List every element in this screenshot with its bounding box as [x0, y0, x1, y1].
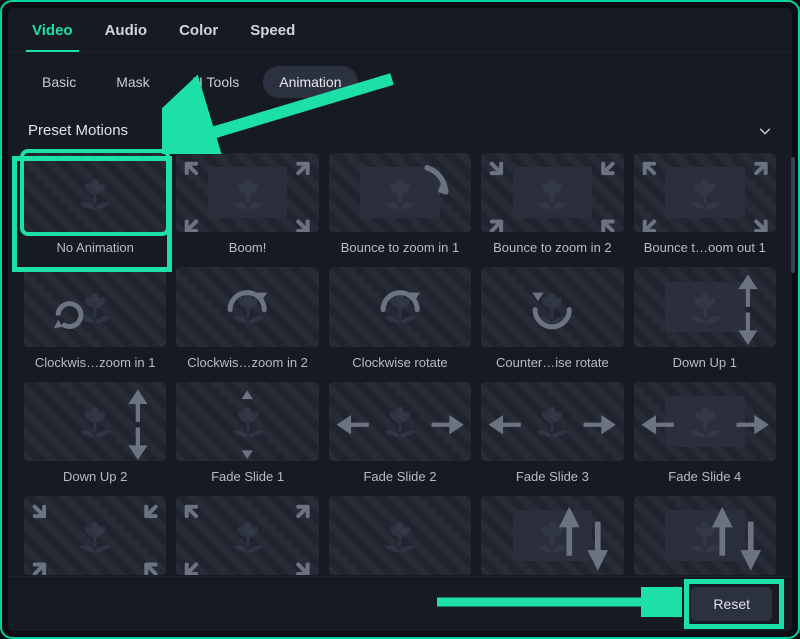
preset-item[interactable]: Boom!: [176, 153, 318, 261]
preset-thumbnail[interactable]: [176, 267, 318, 346]
preset-thumbnail[interactable]: [24, 496, 166, 575]
preset-item[interactable]: No Animation: [24, 153, 166, 261]
preset-label: Clockwis…zoom in 2: [187, 355, 308, 370]
preset-item[interactable]: Fade Slide 2: [329, 382, 471, 490]
preset-thumbnail[interactable]: [176, 496, 318, 575]
preset-thumbnail[interactable]: [634, 496, 776, 575]
preset-label: Counter…ise rotate: [496, 355, 609, 370]
preset-thumbnail[interactable]: [176, 153, 318, 232]
section-header[interactable]: Preset Motions: [8, 112, 792, 149]
preset-thumbnail[interactable]: [481, 267, 623, 346]
preset-item[interactable]: Fade Zoom Out: [176, 496, 318, 576]
preset-item[interactable]: Fade Slide 1: [176, 382, 318, 490]
preset-label: Clockwis…zoom in 1: [35, 355, 156, 370]
preset-thumbnail[interactable]: [329, 267, 471, 346]
subtab-animation[interactable]: Animation: [263, 66, 357, 98]
preset-item[interactable]: Flip Down2: [634, 496, 776, 576]
preset-label: Boom!: [229, 240, 267, 255]
preset-label: Fade Slide 4: [668, 469, 741, 484]
preset-thumbnail[interactable]: [329, 153, 471, 232]
preset-item[interactable]: Fade Zoom In: [24, 496, 166, 576]
tab-audio[interactable]: Audio: [99, 8, 154, 51]
preset-label: Clockwise rotate: [352, 355, 447, 370]
preset-thumbnail[interactable]: [176, 382, 318, 461]
preset-thumbnail[interactable]: [24, 267, 166, 346]
footer: Reset: [8, 576, 792, 631]
preset-grid: No Animation Boom! Bounce to zoom in 1: [24, 153, 776, 576]
preset-thumbnail[interactable]: [634, 153, 776, 232]
preset-item[interactable]: Bounce t…oom out 1: [634, 153, 776, 261]
preset-thumbnail[interactable]: [24, 382, 166, 461]
preset-label: Bounce to zoom in 2: [493, 240, 612, 255]
preset-thumbnail[interactable]: [481, 382, 623, 461]
scrollbar-thumb[interactable]: [791, 157, 795, 273]
tab-video[interactable]: Video: [26, 8, 79, 51]
flower-icon: [72, 173, 118, 213]
subtab-ai-tools[interactable]: AI Tools: [174, 66, 256, 98]
subtab-basic[interactable]: Basic: [26, 66, 92, 98]
preset-label: No Animation: [57, 240, 134, 255]
preset-item[interactable]: Flip Down1: [481, 496, 623, 576]
preset-thumbnail[interactable]: [634, 267, 776, 346]
preset-item[interactable]: Clockwis…zoom in 2: [176, 267, 318, 375]
preset-label: Down Up 2: [63, 469, 127, 484]
preset-item[interactable]: Counter…ise rotate: [481, 267, 623, 375]
preset-item[interactable]: Bounce to zoom in 2: [481, 153, 623, 261]
tab-color[interactable]: Color: [173, 8, 224, 51]
preset-label: Bounce t…oom out 1: [644, 240, 766, 255]
preset-label: Down Up 1: [673, 355, 737, 370]
preset-thumbnail[interactable]: [329, 496, 471, 575]
preset-item[interactable]: Clockwis…zoom in 1: [24, 267, 166, 375]
preset-label: Bounce to zoom in 1: [341, 240, 460, 255]
sub-tabs: Basic Mask AI Tools Animation: [8, 52, 792, 112]
preset-item[interactable]: Clockwise rotate: [329, 267, 471, 375]
editor-panel: Video Audio Color Speed Basic Mask AI To…: [8, 8, 792, 631]
preset-thumbnail[interactable]: [329, 382, 471, 461]
preset-item[interactable]: Down Up 1: [634, 267, 776, 375]
preset-item[interactable]: Bounce to zoom in 1: [329, 153, 471, 261]
preset-item[interactable]: Fade Slide 3: [481, 382, 623, 490]
chevron-down-icon: [758, 124, 772, 138]
preset-grid-wrap: No Animation Boom! Bounce to zoom in 1: [8, 149, 792, 576]
preset-thumbnail[interactable]: [634, 382, 776, 461]
tab-speed[interactable]: Speed: [244, 8, 301, 51]
preset-item[interactable]: Down Up 2: [24, 382, 166, 490]
flower-icon: [377, 516, 423, 556]
subtab-mask[interactable]: Mask: [100, 66, 165, 98]
top-tabs: Video Audio Color Speed: [8, 8, 792, 52]
section-title: Preset Motions: [28, 122, 128, 139]
preset-label: Fade Slide 1: [211, 469, 284, 484]
preset-thumbnail[interactable]: [24, 153, 166, 232]
preset-item[interactable]: Fade Slide 4: [634, 382, 776, 490]
reset-button[interactable]: Reset: [691, 587, 772, 621]
preset-item[interactable]: Fade2: [329, 496, 471, 576]
preset-label: Fade Slide 3: [516, 469, 589, 484]
preset-thumbnail[interactable]: [481, 153, 623, 232]
preset-label: Fade Slide 2: [363, 469, 436, 484]
preset-thumbnail[interactable]: [481, 496, 623, 575]
